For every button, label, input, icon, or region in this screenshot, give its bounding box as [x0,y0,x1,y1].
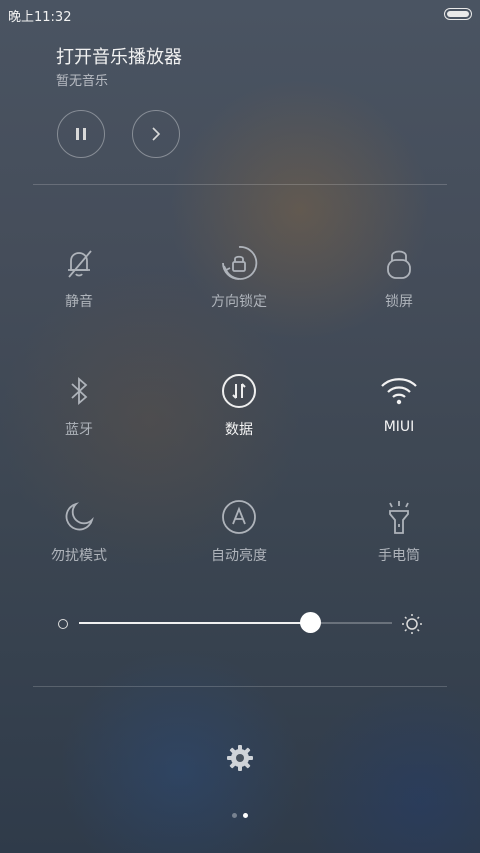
pause-icon [76,128,86,140]
music-player-title[interactable]: 打开音乐播放器 [56,43,182,69]
divider [33,184,447,185]
status-time: 晚上11:32 [8,10,72,25]
brightness-high-icon [401,613,423,639]
bluetooth-icon [59,371,99,411]
brightness-slider-fill [79,622,311,624]
tile-label: 自动亮度 [211,548,267,564]
tile-do-not-disturb[interactable]: 勿扰模式 [19,497,139,565]
tile-mute[interactable]: 静音 [19,243,139,311]
lock-icon [379,243,419,283]
brightness-low-icon [58,619,68,629]
divider [33,686,447,687]
tile-lock-screen[interactable]: 锁屏 [339,243,459,311]
wifi-icon [379,371,419,411]
tile-label: MIUI [383,419,415,435]
tile-wifi[interactable]: MIUI [339,371,459,435]
pause-button[interactable] [57,110,105,158]
moon-icon [59,497,99,537]
mobile-data-icon [219,371,259,411]
flashlight-icon [379,497,419,537]
tile-mobile-data[interactable]: 数据 [179,371,299,439]
tile-label: 锁屏 [385,294,413,310]
next-button[interactable] [132,110,180,158]
battery-icon [444,8,472,20]
page-dot-1 [232,813,237,818]
page-dot-2-active [243,813,248,818]
tile-bluetooth[interactable]: 蓝牙 [19,371,139,439]
tile-rotation-lock[interactable]: 方向锁定 [179,243,299,311]
tile-flashlight[interactable]: 手电筒 [339,497,459,565]
brightness-slider-thumb[interactable] [300,612,321,633]
tile-label: 方向锁定 [211,294,267,310]
tile-label: 蓝牙 [65,422,93,438]
music-status: 暂无音乐 [56,74,109,89]
tile-auto-brightness[interactable]: 自动亮度 [179,497,299,565]
tile-label: 静音 [65,294,93,310]
auto-brightness-icon [219,497,259,537]
gear-icon [227,745,253,771]
bell-off-icon [59,243,99,283]
chevron-right-icon [152,127,161,141]
rotation-lock-icon [219,243,259,283]
tile-label: 数据 [225,422,253,438]
tile-label: 手电筒 [378,548,420,564]
settings-button[interactable] [220,738,260,778]
tile-label: 勿扰模式 [51,548,107,564]
